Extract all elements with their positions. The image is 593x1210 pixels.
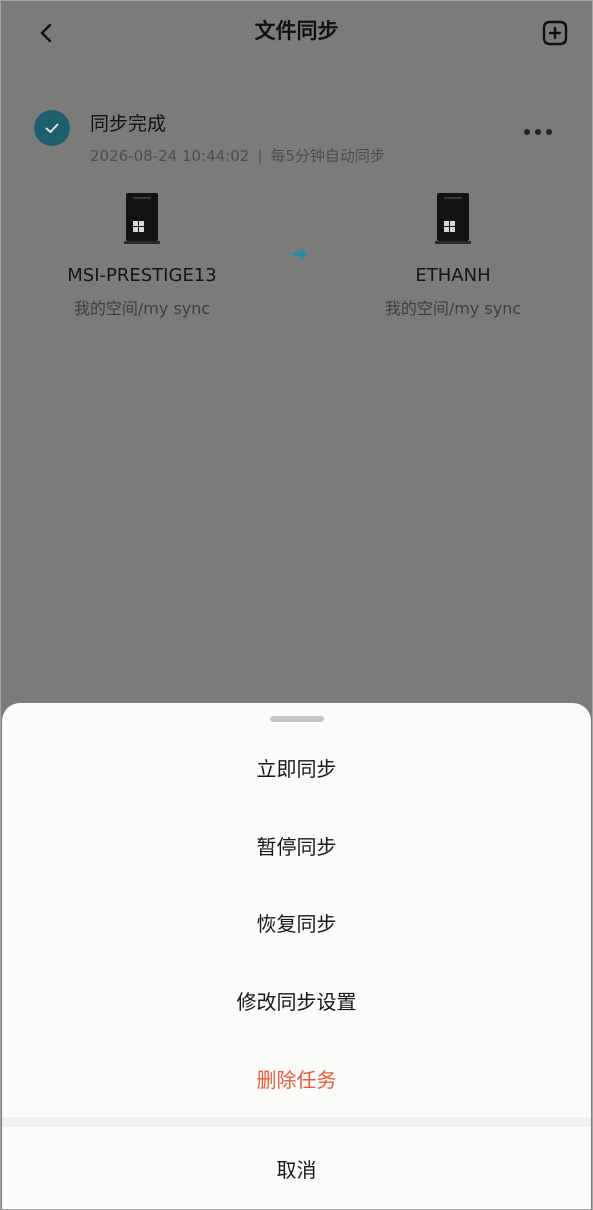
app-screen: 文件同步 同步完成 2026-08-24 10:44:02 | 每5分钟自动同步	[0, 0, 593, 1210]
cancel-button[interactable]: 取消	[2, 1138, 591, 1198]
more-options-button[interactable]	[515, 117, 561, 147]
target-device-name: ETHANH	[415, 265, 491, 286]
add-task-button[interactable]	[537, 15, 573, 51]
source-device-name: MSI-PRESTIGE13	[67, 265, 217, 286]
page-title: 文件同步	[254, 19, 339, 43]
sync-status-text: 同步完成	[90, 113, 167, 135]
last-sync-time: 2026-08-24 10:44:02	[90, 147, 250, 165]
source-device: MSI-PRESTIGE13 我的空间/my sync	[42, 191, 242, 321]
sync-meta: 2026-08-24 10:44:02 | 每5分钟自动同步	[90, 144, 385, 168]
resume-sync-button[interactable]: 恢复同步	[2, 892, 591, 952]
sync-schedule: 每5分钟自动同步	[270, 147, 385, 165]
top-bar: 文件同步	[1, 1, 592, 63]
more-horizontal-icon	[524, 129, 552, 135]
delete-task-button[interactable]: 删除任务	[2, 1048, 591, 1108]
source-folder-path: 我的空间/my sync	[73, 299, 211, 318]
add-square-icon	[542, 20, 568, 46]
sync-arrow-icon	[285, 248, 308, 260]
sheet-drag-handle[interactable]	[270, 716, 324, 722]
pc-tower-icon	[124, 193, 160, 244]
sheet-divider	[2, 1117, 591, 1127]
target-folder-path: 我的空间/my sync	[384, 299, 522, 318]
action-sheet: 立即同步 暂停同步 恢复同步 修改同步设置 删除任务 取消	[2, 703, 591, 1209]
pc-tower-icon	[435, 193, 471, 244]
status-check-icon	[34, 110, 70, 146]
sync-now-button[interactable]: 立即同步	[2, 737, 591, 797]
target-device: ETHANH 我的空间/my sync	[353, 191, 553, 321]
pause-sync-button[interactable]: 暂停同步	[2, 815, 591, 875]
meta-separator: |	[257, 147, 263, 165]
edit-sync-settings-button[interactable]: 修改同步设置	[2, 970, 591, 1030]
